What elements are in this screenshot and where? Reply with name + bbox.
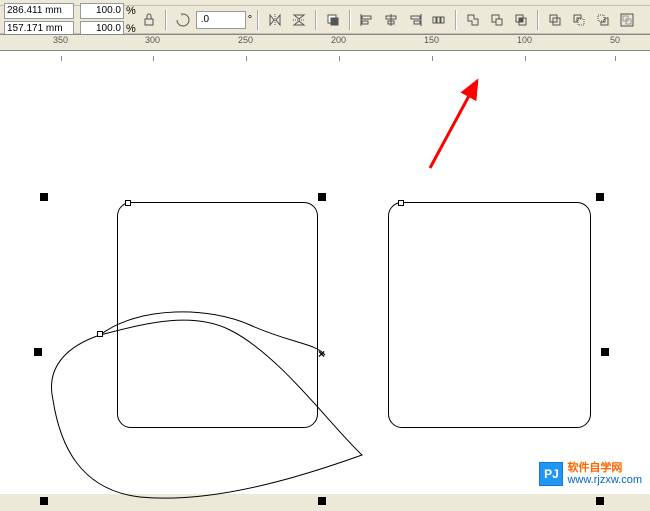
mirror-vertical-button[interactable] xyxy=(288,9,310,31)
weld-button[interactable] xyxy=(462,9,484,31)
center-x-marker: × xyxy=(318,347,325,361)
x-coord-input[interactable] xyxy=(4,3,74,19)
intersect-button[interactable] xyxy=(510,9,532,31)
distribute-button[interactable] xyxy=(428,9,450,31)
node-handle[interactable] xyxy=(125,200,131,206)
align-right-button[interactable] xyxy=(404,9,426,31)
selection-handle[interactable] xyxy=(40,193,48,201)
watermark-url-text: www.rjzxw.com xyxy=(567,474,642,486)
ruler-tick: 250 xyxy=(238,35,253,45)
ruler-tick: 300 xyxy=(145,35,160,45)
selection-handle[interactable] xyxy=(601,348,609,356)
canvas[interactable]: 350 300 250 200 150 100 50 × xyxy=(0,34,650,494)
align-left-button[interactable] xyxy=(356,9,378,31)
ruler-tick: 150 xyxy=(424,35,439,45)
scale-x-input[interactable] xyxy=(80,3,124,19)
mirror-horizontal-button[interactable] xyxy=(264,9,286,31)
freeform-curve[interactable] xyxy=(50,315,370,505)
selection-handle[interactable] xyxy=(318,193,326,201)
selection-handle[interactable] xyxy=(34,348,42,356)
trim-button[interactable] xyxy=(486,9,508,31)
selection-handle[interactable] xyxy=(596,193,604,201)
boundary-button[interactable] xyxy=(616,9,638,31)
percent-label: % xyxy=(126,5,136,17)
node-handle[interactable] xyxy=(398,200,404,206)
watermark-logo-icon: PJ xyxy=(539,462,563,486)
property-bar: % % ° xyxy=(0,6,650,34)
percent-label: % xyxy=(126,23,136,35)
node-handle[interactable] xyxy=(97,331,103,337)
watermark: PJ 软件自学网 www.rjzxw.com xyxy=(539,462,642,486)
to-front-of-layer-button[interactable] xyxy=(322,9,344,31)
degree-label: ° xyxy=(248,14,252,26)
front-minus-back-button[interactable] xyxy=(568,9,590,31)
align-center-button[interactable] xyxy=(380,9,402,31)
watermark-cn-text: 软件自学网 xyxy=(567,462,642,474)
ruler-tick: 50 xyxy=(610,35,620,45)
selection-handle[interactable] xyxy=(596,497,604,505)
ruler-tick: 200 xyxy=(331,35,346,45)
annotation-arrow xyxy=(425,73,495,173)
rounded-rect-right[interactable] xyxy=(388,202,591,428)
ruler-tick: 350 xyxy=(53,35,68,45)
rotation-input[interactable] xyxy=(196,11,246,29)
selection-handle[interactable] xyxy=(40,497,48,505)
ruler-tick: 100 xyxy=(517,35,532,45)
simplify-button[interactable] xyxy=(544,9,566,31)
back-minus-front-button[interactable] xyxy=(592,9,614,31)
rotation-angle-icon xyxy=(172,9,194,31)
lock-ratio-button[interactable] xyxy=(138,9,160,31)
horizontal-ruler: 350 300 250 200 150 100 50 xyxy=(0,35,650,51)
